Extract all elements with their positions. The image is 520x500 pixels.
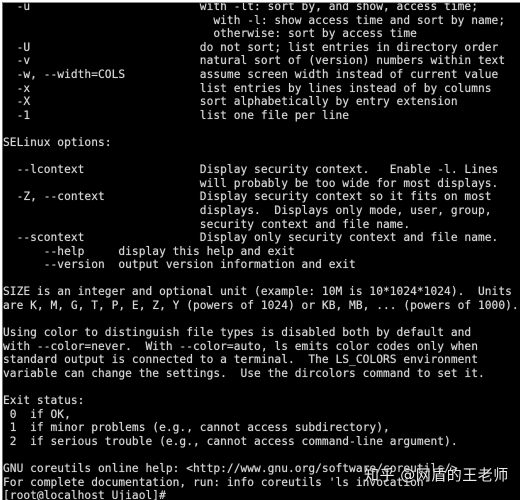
terminal-line: with --color=never. With --color=auto, l… <box>3 339 478 353</box>
terminal-line: -v natural sort of (version) numbers wit… <box>3 54 506 68</box>
terminal-line: -X sort alphabetically by entry extensio… <box>3 95 458 109</box>
terminal-line: --help display this help and exit <box>3 244 295 258</box>
terminal-line: will probably be too wide for most displ… <box>3 176 499 190</box>
terminal-line: -u with -lt: sort by, and show, access t… <box>3 2 478 13</box>
terminal-line: -U do not sort; list entries in director… <box>3 40 499 54</box>
terminal-window[interactable]: -u with -lt: sort by, and show, access t… <box>2 2 520 500</box>
terminal-line: displays. Displays only mode, user, grou… <box>3 203 492 217</box>
terminal-line: with -l: show access time and sort by na… <box>3 13 506 27</box>
terminal-output: -u with -lt: sort by, and show, access t… <box>3 2 520 500</box>
terminal-line: -x list entries by lines instead of by c… <box>3 81 492 95</box>
terminal-line: are K, M, G, T, P, E, Z, Y (powers of 10… <box>3 299 519 313</box>
terminal-line: -1 list one file per line <box>3 108 350 122</box>
terminal-line: Using color to distinguish file types is… <box>3 326 472 340</box>
terminal-line: 2 if serious trouble (e.g., cannot acces… <box>3 435 458 448</box>
terminal-line: Exit status: <box>3 394 85 408</box>
shell-prompt[interactable]: [root@localhost Ujiaol]# <box>3 489 520 500</box>
terminal-line: 1 if minor problems (e.g., cannot access… <box>3 421 390 435</box>
terminal-line: 0 if OK, <box>3 407 71 421</box>
terminal-line: SELinux options: <box>3 135 112 149</box>
terminal-line: security context and file name. <box>3 217 411 231</box>
terminal-line: -w, --width=COLS assume screen width ins… <box>3 67 499 81</box>
terminal-line: standard output is connected to a termin… <box>3 353 478 367</box>
watermark-text: 知乎 @网盾的王老师 <box>364 466 509 484</box>
terminal-line: variable can change the settings. Use th… <box>3 367 485 381</box>
terminal-line: --lcontext Display security context. Ena… <box>3 163 499 177</box>
terminal-line: otherwise: sort by access time <box>3 27 417 41</box>
terminal-line: --scontext Display only security context… <box>3 231 499 245</box>
terminal-line: --version output version information and… <box>3 258 356 272</box>
terminal-line: -Z, --context Display security context s… <box>3 190 492 204</box>
terminal-line: SIZE is an integer and optional unit (ex… <box>3 285 512 299</box>
